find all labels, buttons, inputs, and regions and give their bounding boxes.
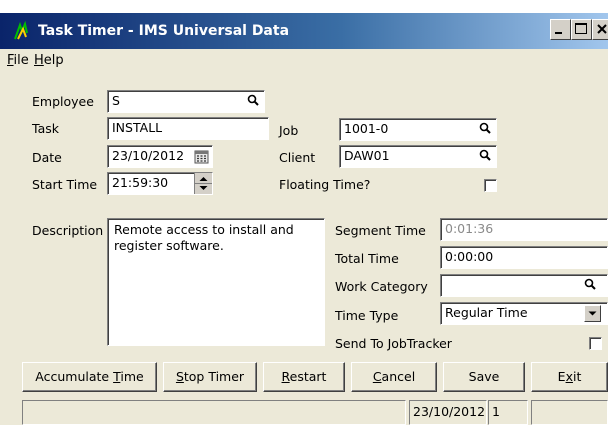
cancel-label: ancel — [381, 369, 416, 384]
floating-time-checkbox[interactable] — [484, 179, 497, 192]
description-label: Description — [32, 223, 104, 238]
menu-help-label: elp — [43, 53, 64, 68]
task-field[interactable]: INSTALL — [107, 117, 269, 140]
status-panel-message — [22, 400, 406, 425]
job-lookup-search-icon[interactable] — [477, 120, 495, 138]
start-time-spinner[interactable] — [194, 173, 212, 194]
send-to-jobtracker-label: Send To JobTracker — [335, 336, 452, 351]
client-lookup-search-icon[interactable] — [477, 147, 495, 165]
accumulate-time-button[interactable]: Accumulate Time — [22, 362, 157, 392]
menu-file-label: ile — [13, 53, 29, 68]
accumulate-time-label: Accumulate — [35, 369, 114, 384]
status-panel-extra — [531, 400, 608, 425]
app-icon — [12, 20, 32, 41]
menu-bar: File Help — [0, 50, 608, 72]
time-type-label: Time Type — [335, 308, 399, 323]
exit-accel: x — [565, 369, 573, 384]
work-category-label: Work Category — [335, 279, 428, 294]
cancel-button[interactable]: Cancel — [351, 362, 437, 392]
save-button[interactable]: Save — [443, 362, 525, 392]
maximize-button[interactable] — [571, 19, 592, 40]
accumulate-time-label-rest: ime — [120, 369, 144, 384]
start-time-label: Start Time — [32, 177, 98, 192]
spin-down-icon — [199, 186, 208, 190]
task-label: Task — [32, 121, 59, 136]
date-label: Date — [32, 150, 62, 165]
chevron-down-icon — [588, 311, 597, 316]
job-label: Job — [279, 123, 299, 138]
description-field[interactable]: Remote access to install and register so… — [107, 218, 325, 346]
stop-timer-button[interactable]: Stop Timer — [163, 362, 257, 392]
status-panel-number: 1 — [488, 400, 528, 425]
exit-label: E — [557, 369, 566, 384]
send-to-jobtracker-checkbox[interactable] — [589, 337, 602, 350]
menu-file[interactable]: File — [7, 53, 29, 69]
window-title: Task Timer - IMS Universal Data — [38, 23, 290, 39]
stop-timer-accel: S — [175, 369, 184, 384]
client-field[interactable]: DAW01 — [339, 145, 497, 168]
employee-field[interactable]: S — [107, 90, 265, 113]
exit-button[interactable]: Exit — [531, 362, 608, 392]
client-label: Client — [279, 150, 316, 165]
restart-button[interactable]: Restart — [263, 362, 345, 392]
title-bar[interactable]: Task Timer - IMS Universal Data — [0, 13, 608, 49]
minimize-button[interactable] — [550, 19, 571, 40]
restart-label: estart — [289, 369, 327, 384]
employee-lookup-search-icon[interactable] — [245, 92, 263, 110]
menu-help[interactable]: Help — [34, 53, 64, 69]
work-category-lookup-search-icon[interactable] — [582, 276, 600, 294]
restart-accel: R — [281, 369, 290, 384]
top-margin — [0, 0, 608, 13]
exit-label-rest: it — [572, 369, 582, 384]
floating-time-label: Floating Time? — [279, 177, 371, 192]
stop-timer-label: top Timer — [183, 369, 245, 384]
total-time-label: Total Time — [335, 251, 399, 266]
total-time-field[interactable]: 0:00:00 — [440, 246, 608, 269]
calendar-icon[interactable] — [193, 148, 211, 166]
menu-help-accel: H — [34, 53, 44, 68]
spin-up-icon — [199, 177, 208, 181]
job-field[interactable]: 1001-0 — [339, 118, 497, 141]
time-type-select[interactable]: Regular Time — [440, 302, 608, 325]
employee-label: Employee — [32, 94, 94, 109]
segment-time-field: 0:01:36 — [440, 218, 608, 241]
status-panel-date: 23/10/2012 — [409, 400, 487, 425]
segment-time-label: Segment Time — [335, 223, 426, 238]
task-timer-window: Task Timer - IMS Universal Data File Hel… — [0, 0, 608, 425]
close-button[interactable] — [592, 19, 608, 40]
time-type-dropdown-button[interactable] — [584, 305, 601, 322]
cancel-accel: C — [372, 369, 382, 384]
